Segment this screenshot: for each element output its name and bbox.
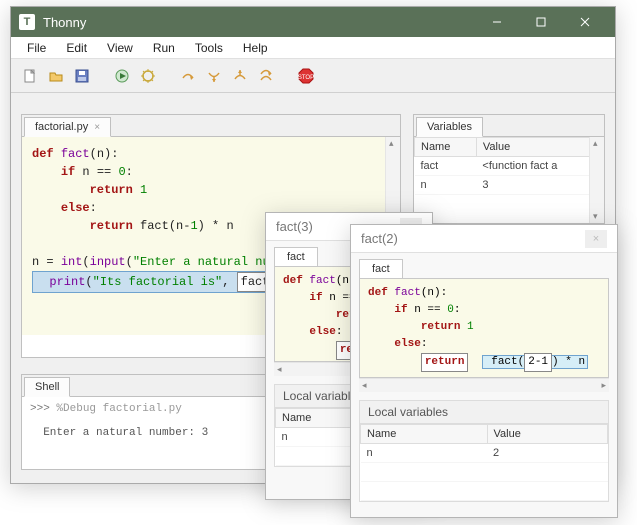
step-into-icon[interactable] [203,65,225,87]
table-row[interactable]: n 3 [415,176,604,195]
titlebar: T Thonny [11,7,615,37]
maximize-button[interactable] [519,7,563,37]
menu-file[interactable]: File [17,39,56,57]
locals-table: NameValue n2 [360,424,608,501]
step-out-icon[interactable] [229,65,251,87]
active-expression: fact(2-1) * n [482,355,588,369]
save-icon[interactable] [71,65,93,87]
frame-code[interactable]: def fact(n): if n == 0: return 1 else: r… [359,278,609,378]
menu-view[interactable]: View [97,39,143,57]
frame-tab[interactable]: fact [274,247,318,266]
stop-icon[interactable]: STOP [295,65,317,87]
menu-run[interactable]: Run [143,39,185,57]
table-row[interactable]: fact <function fact a [415,157,604,176]
menu-edit[interactable]: Edit [56,39,97,57]
resume-icon[interactable] [255,65,277,87]
variables-table: Name Value fact <function fact a n 3 [414,137,604,195]
app-title: Thonny [43,15,475,30]
svg-text:STOP: STOP [298,75,314,81]
new-file-icon[interactable] [19,65,41,87]
col-name[interactable]: Name [415,138,477,157]
editor-tab[interactable]: factorial.py × [24,117,111,137]
table-row[interactable]: n2 [361,444,608,463]
frame-tab[interactable]: fact [359,259,403,278]
frame-close-icon[interactable]: × [585,230,607,248]
col-value[interactable]: Value [476,138,603,157]
variables-tab[interactable]: Variables [416,117,483,137]
run-icon[interactable] [111,65,133,87]
frame-title: fact(2) [361,231,398,246]
frame-title: fact(3) [276,219,313,234]
locals-header: Local variables [359,400,609,423]
eval-frame: return [421,353,469,372]
shell-tab[interactable]: Shell [24,377,70,397]
step-over-icon[interactable] [177,65,199,87]
variables-panel: Variables Name Value fact <function fact… [413,114,605,224]
debug-icon[interactable] [137,65,159,87]
minimize-button[interactable] [475,7,519,37]
app-icon: T [19,14,35,30]
close-tab-icon[interactable]: × [94,122,100,133]
editor-tab-label: factorial.py [35,121,88,133]
menu-tools[interactable]: Tools [185,39,233,57]
menu-help[interactable]: Help [233,39,278,57]
stack-frame-window-2: fact(2) × fact def fact(n): if n == 0: r… [350,224,618,518]
open-file-icon[interactable] [45,65,67,87]
variables-scrollbar[interactable]: ▴▾ [589,137,604,223]
toolbar: STOP [11,59,615,93]
frame-titlebar[interactable]: fact(2) × [351,225,617,253]
frame-hscroll[interactable]: ◂▸ [359,378,609,392]
close-button[interactable] [563,7,607,37]
menubar: File Edit View Run Tools Help [11,37,615,59]
